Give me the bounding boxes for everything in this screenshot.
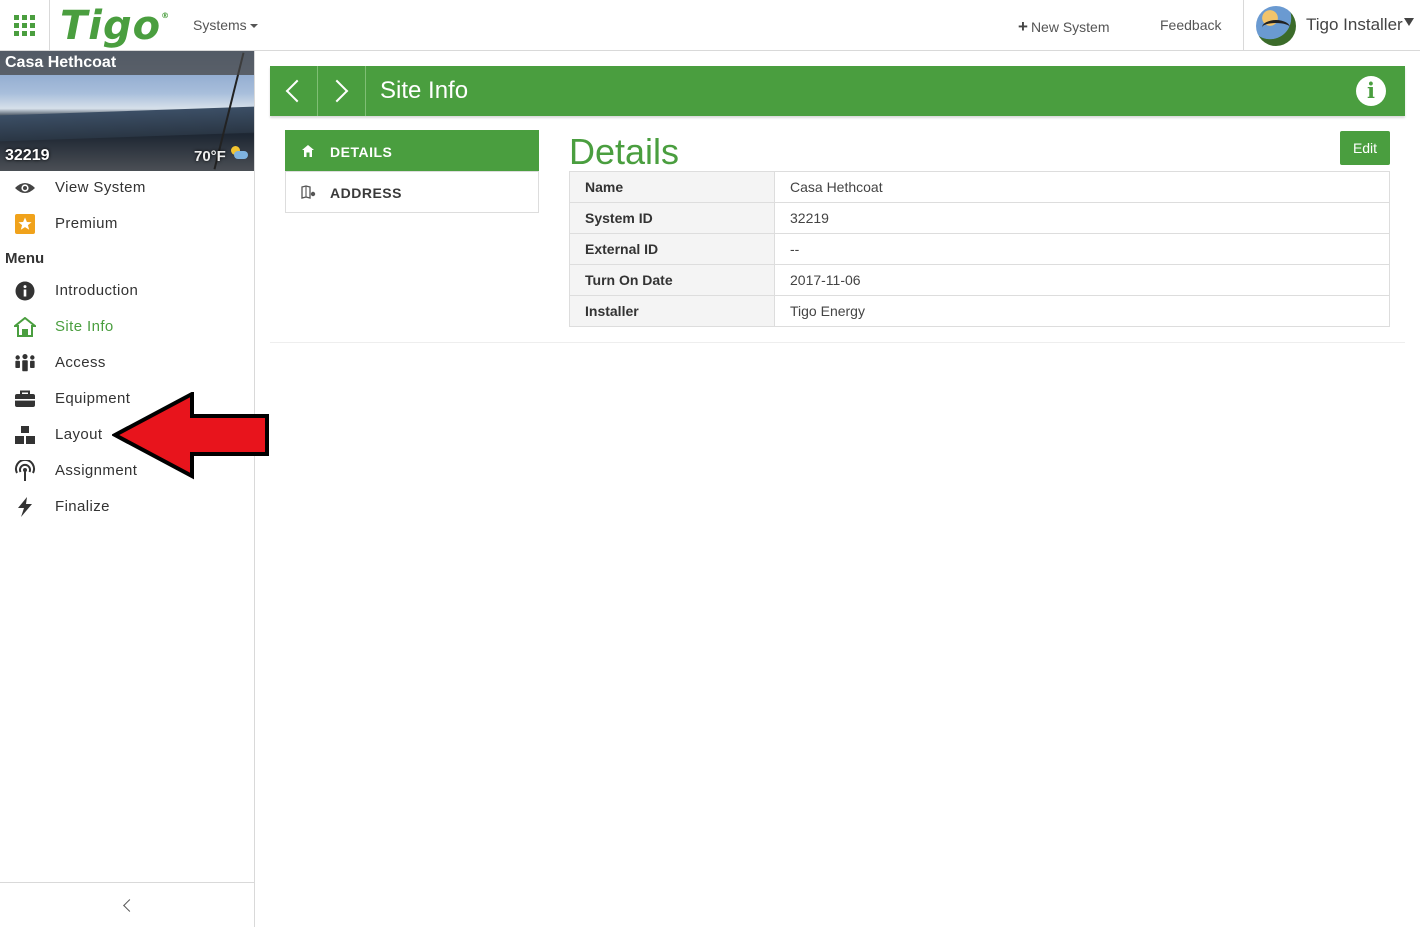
site-name: Casa Hethcoat (5, 54, 117, 71)
new-system-label: New System (1030, 19, 1110, 35)
chevron-left-icon (122, 898, 136, 912)
tab-details[interactable]: DETAILS (285, 130, 539, 172)
row-key: Name (569, 171, 775, 203)
plus-icon: + (1018, 17, 1028, 36)
row-key: Turn On Date (569, 264, 775, 296)
row-key: Installer (569, 295, 775, 327)
next-page-button[interactable] (318, 66, 366, 116)
page-header-bar: Site Info i (270, 66, 1405, 116)
antenna-icon (14, 460, 36, 481)
sidebar-item-label: Premium (55, 215, 118, 232)
star-icon (14, 214, 36, 234)
sidebar-item-label: Finalize (55, 498, 110, 515)
table-row: System ID 32219 (569, 202, 1390, 234)
site-info-subnav: DETAILS ADDRESS (285, 130, 539, 213)
tab-address[interactable]: ADDRESS (285, 171, 539, 213)
row-value: Casa Hethcoat (774, 171, 1390, 203)
row-key: External ID (569, 233, 775, 265)
sidebar-item-label: Introduction (55, 282, 139, 299)
row-value: -- (774, 233, 1390, 265)
chevron-right-icon (325, 79, 349, 103)
tab-label: DETAILS (330, 144, 393, 160)
sidebar-item-finalize[interactable]: Finalize (0, 489, 254, 525)
row-value: Tigo Energy (774, 295, 1390, 327)
bolt-icon (14, 497, 36, 517)
info-icon[interactable]: i (1356, 76, 1386, 106)
top-bar: Tigo® Systems + New System Feedback Tigo … (0, 0, 1420, 51)
chevron-left-icon (285, 79, 309, 103)
systems-label: Systems (193, 17, 247, 33)
systems-dropdown[interactable]: Systems (193, 17, 258, 33)
eye-icon (14, 178, 36, 198)
details-heading: Details (569, 131, 680, 172)
caret-down-icon (1404, 18, 1414, 26)
table-row: Name Casa Hethcoat (569, 171, 1390, 203)
user-menu[interactable]: Tigo Installer (1243, 0, 1420, 51)
weather-icon (229, 146, 249, 160)
sidebar-item-view-system[interactable]: View System (0, 170, 254, 206)
home-icon (301, 144, 315, 158)
username: Tigo Installer (1306, 15, 1403, 34)
page-title: Site Info (380, 77, 469, 104)
sidebar-item-label: View System (55, 179, 146, 196)
feedback-link[interactable]: Feedback (1160, 17, 1221, 33)
site-temperature: 70°F (194, 148, 226, 165)
sidebar: Casa Hethcoat 32219 70°F View System Pre… (0, 51, 255, 927)
sidebar-item-label: Access (55, 354, 106, 371)
sidebar-item-site-info[interactable]: Site Info (0, 309, 254, 345)
table-row: External ID -- (569, 233, 1390, 265)
sidebar-item-label: Layout (55, 426, 103, 443)
home-icon (14, 317, 36, 337)
toolbox-icon (14, 389, 36, 409)
sidebar-item-label: Site Info (55, 318, 114, 335)
blocks-icon (14, 425, 36, 445)
map-pin-icon (301, 185, 316, 199)
row-value: 32219 (774, 202, 1390, 234)
annotation-arrow (112, 392, 269, 480)
site-photo-card[interactable]: Casa Hethcoat 32219 70°F (0, 51, 254, 171)
row-value: 2017-11-06 (774, 264, 1390, 296)
sidebar-item-introduction[interactable]: Introduction (0, 273, 254, 309)
sidebar-item-access[interactable]: Access (0, 345, 254, 381)
sidebar-item-premium[interactable]: Premium (0, 206, 254, 242)
details-table: Name Casa Hethcoat System ID 32219 Exter… (569, 171, 1390, 327)
caret-down-icon (249, 24, 258, 29)
menu-heading: Menu (5, 250, 45, 267)
edit-button[interactable]: Edit (1340, 131, 1390, 165)
tigo-logo[interactable]: Tigo® (60, 3, 170, 49)
avatar (1256, 6, 1296, 46)
people-icon (14, 353, 36, 373)
new-system-button[interactable]: + New System (1018, 17, 1110, 37)
collapse-sidebar-button[interactable] (0, 882, 254, 927)
row-key: System ID (569, 202, 775, 234)
previous-page-button[interactable] (270, 66, 318, 116)
info-icon (14, 281, 36, 301)
site-id: 32219 (5, 147, 50, 164)
table-row: Installer Tigo Energy (569, 295, 1390, 327)
table-row: Turn On Date 2017-11-06 (569, 264, 1390, 296)
apps-grid-icon[interactable] (0, 0, 50, 51)
tab-label: ADDRESS (330, 185, 402, 201)
divider (270, 342, 1405, 343)
